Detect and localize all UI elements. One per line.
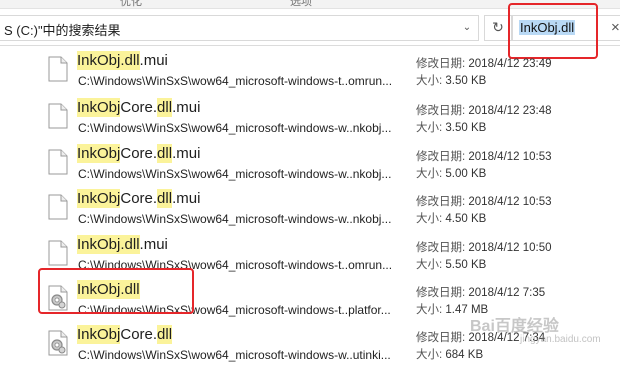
match-highlight: dll	[157, 189, 173, 208]
size-label: 大小:	[416, 75, 446, 87]
size-value: 5.00 KB	[445, 168, 487, 180]
name-part: Core.	[120, 190, 158, 207]
match-highlight: InkObj	[77, 325, 121, 344]
file-row[interactable]: InkObjCore.dll.mui C:\Windows\WinSxS\wow6…	[0, 141, 620, 187]
name-part: .mui	[139, 52, 168, 69]
modified-date: 修改日期: 2018/4/12 23:48	[416, 102, 552, 118]
modified-date: 修改日期: 2018/4/12 10:53	[416, 148, 552, 164]
modified-date: 修改日期: 2018/4/12 23:49	[416, 55, 552, 71]
modified-label: 修改日期:	[416, 332, 469, 344]
size-label: 大小:	[416, 259, 446, 271]
size-label: 大小:	[416, 349, 446, 361]
match-highlight: InkObj	[77, 189, 121, 208]
file-path: C:\Windows\WinSxS\wow64_microsoft-window…	[78, 348, 391, 362]
name-part: Core.	[120, 145, 158, 162]
modified-value: 2018/4/12 10:50	[468, 242, 552, 254]
watermark-url: jingyan.baidu.com	[520, 334, 601, 345]
size-label: 大小:	[416, 122, 446, 134]
modified-value: 2018/4/12 23:49	[468, 58, 552, 70]
name-part: Core.	[120, 326, 158, 343]
file-name[interactable]: InkObj.dll.mui	[77, 51, 168, 70]
name-part: .mui	[139, 236, 168, 253]
file-name[interactable]: InkObjCore.dll.mui	[77, 98, 201, 117]
document-icon	[48, 56, 68, 82]
modified-date: 修改日期: 2018/4/12 10:53	[416, 193, 552, 209]
annotation-box-dll	[38, 268, 194, 314]
modified-value: 2018/4/12 10:53	[468, 196, 552, 208]
modified-value: 2018/4/12 23:48	[468, 105, 552, 117]
document-icon	[48, 240, 68, 266]
document-icon	[48, 103, 68, 129]
modified-label: 修改日期:	[416, 287, 469, 299]
file-name[interactable]: InkObjCore.dll.mui	[77, 189, 201, 208]
modified-label: 修改日期:	[416, 105, 469, 117]
modified-label: 修改日期:	[416, 151, 469, 163]
file-size: 大小: 3.50 KB	[416, 72, 486, 88]
match-highlight: InkObj	[77, 144, 121, 163]
size-value: 3.50 KB	[445, 122, 487, 134]
file-path: C:\Windows\WinSxS\wow64_microsoft-window…	[78, 167, 392, 181]
match-highlight: dll	[157, 144, 173, 163]
size-label: 大小:	[416, 304, 446, 316]
file-size: 大小: 684 KB	[416, 346, 483, 362]
file-name[interactable]: InkObjCore.dll.mui	[77, 144, 201, 163]
file-name[interactable]: InkObj.dll.mui	[77, 235, 168, 254]
size-label: 大小:	[416, 213, 446, 225]
file-row[interactable]: InkObjCore.dll.mui C:\Windows\WinSxS\wow6…	[0, 186, 620, 232]
file-size: 大小: 5.00 KB	[416, 165, 486, 181]
file-row[interactable]: InkObjCore.dll.mui C:\Windows\WinSxS\wow6…	[0, 95, 620, 141]
file-path: C:\Windows\WinSxS\wow64_microsoft-window…	[78, 212, 392, 226]
close-icon[interactable]: ×	[611, 19, 620, 36]
file-path: C:\Windows\WinSxS\wow64_microsoft-window…	[78, 121, 392, 135]
document-icon	[48, 149, 68, 175]
name-part: Core.	[120, 99, 158, 116]
match-highlight: dll	[157, 325, 173, 344]
modified-value: 2018/4/12 7:35	[468, 287, 546, 299]
chevron-down-icon[interactable]: ⌄	[458, 20, 476, 36]
match-highlight: InkObj.dll	[77, 235, 140, 254]
refresh-icon: ↻	[492, 19, 504, 35]
dll-gear-icon	[48, 330, 68, 356]
file-row[interactable]: InkObj.dll.mui C:\Windows\WinSxS\wow64_mi…	[0, 48, 620, 94]
size-value: 4.50 KB	[445, 213, 487, 225]
ribbon-tab-options[interactable]: 选项	[290, 0, 312, 8]
name-part: .mui	[172, 145, 201, 162]
match-highlight: dll	[157, 98, 173, 117]
file-size: 大小: 5.50 KB	[416, 256, 486, 272]
match-highlight: InkObj.dll	[77, 51, 140, 70]
file-name[interactable]: InkObjCore.dll	[77, 325, 173, 344]
modified-label: 修改日期:	[416, 196, 469, 208]
modified-date: 修改日期: 2018/4/12 7:35	[416, 284, 545, 300]
match-highlight: InkObj	[77, 98, 121, 117]
watermark: Bai百度经验	[470, 318, 559, 335]
ribbon-tab-optimize[interactable]: 优化	[120, 0, 142, 8]
name-part: .mui	[172, 99, 201, 116]
name-part: .mui	[172, 190, 201, 207]
file-size: 大小: 3.50 KB	[416, 119, 486, 135]
size-value: 684 KB	[445, 349, 484, 361]
modified-date: 修改日期: 2018/4/12 10:50	[416, 239, 552, 255]
address-text: S (C:)"中的搜索结果	[4, 23, 121, 38]
size-label: 大小:	[416, 168, 446, 180]
file-size: 大小: 4.50 KB	[416, 210, 486, 226]
document-icon	[48, 194, 68, 220]
modified-value: 2018/4/12 10:53	[468, 151, 552, 163]
modified-label: 修改日期:	[416, 242, 469, 254]
file-path: C:\Windows\WinSxS\wow64_microsoft-window…	[78, 74, 393, 88]
modified-label: 修改日期:	[416, 58, 469, 70]
size-value: 3.50 KB	[445, 75, 487, 87]
address-bar[interactable]: S (C:)"中的搜索结果 ⌄	[0, 15, 479, 41]
size-value: 5.50 KB	[445, 259, 487, 271]
